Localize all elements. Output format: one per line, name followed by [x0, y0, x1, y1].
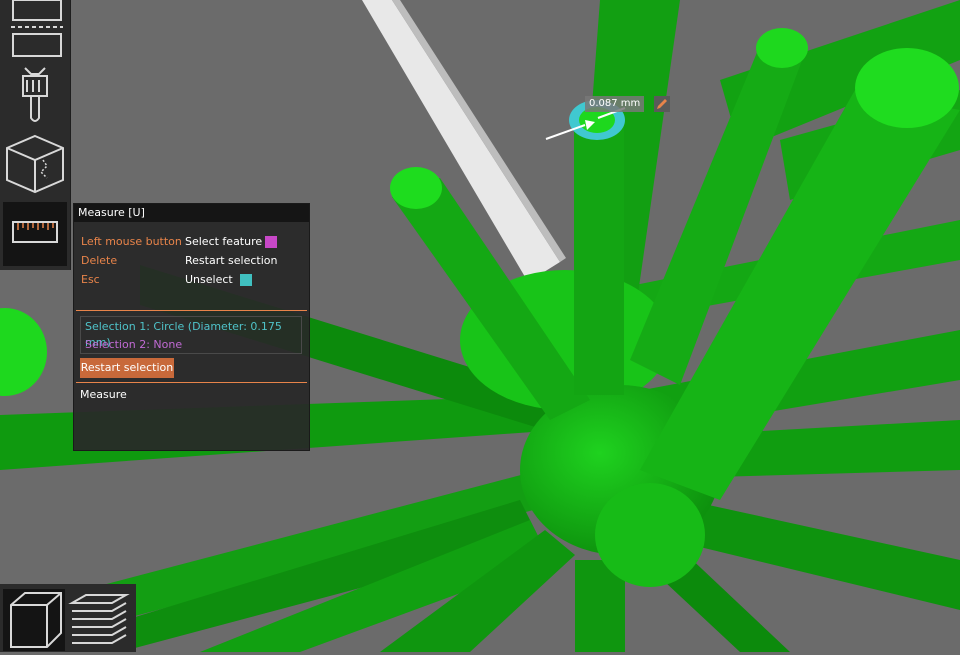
cube-seam-icon [6, 134, 64, 194]
ruler-icon [12, 221, 58, 243]
selection-2-text: Selection 2: None [85, 338, 183, 351]
view-toolbar [0, 584, 136, 652]
paint-brush-icon [22, 67, 48, 122]
selection-box: Selection 1: Circle (Diameter: 0.175 mm)… [80, 316, 302, 354]
paint-tool-button[interactable] [3, 62, 67, 128]
shortcut-desc: Restart selection [185, 254, 278, 267]
measure-panel: Measure [U] Left mouse button Select fea… [73, 203, 310, 451]
preview-view-button[interactable] [68, 589, 130, 651]
shortcut-key: Left mouse button [81, 235, 182, 248]
panel-title: Measure [U] [74, 204, 309, 222]
divider [76, 310, 307, 311]
3d-view-button[interactable] [3, 589, 65, 651]
shortcut-desc: Unselect [185, 273, 233, 286]
shortcut-desc: Select feature [185, 235, 263, 248]
seam-tool-button[interactable] [3, 130, 67, 198]
edit-icon[interactable] [653, 95, 671, 113]
cut-icon [11, 0, 63, 57]
shortcut-key: Esc [81, 273, 100, 286]
left-toolbar [0, 0, 71, 270]
layers-icon [68, 594, 130, 644]
shortcut-row: Esc Unselect [81, 272, 303, 288]
model-rod-selected [569, 100, 625, 395]
distance-label: 0.087 mm [585, 96, 645, 112]
measure-section-label: Measure [80, 388, 127, 401]
unselect-color-swatch[interactable] [240, 274, 252, 286]
selection-1-text: Selection 1: Circle (Diameter: 0.175 mm) [85, 320, 282, 349]
divider [76, 382, 307, 383]
cut-tool-button[interactable] [3, 0, 67, 60]
shortcut-row: Delete Restart selection [81, 253, 303, 269]
cube-view-icon [10, 592, 62, 648]
select-color-swatch[interactable] [265, 236, 277, 248]
shortcut-key: Delete [81, 254, 118, 267]
restart-selection-button[interactable]: Restart selection [80, 358, 174, 378]
measure-tool-button[interactable] [3, 202, 67, 266]
shortcut-row: Left mouse button Select feature [81, 234, 303, 250]
